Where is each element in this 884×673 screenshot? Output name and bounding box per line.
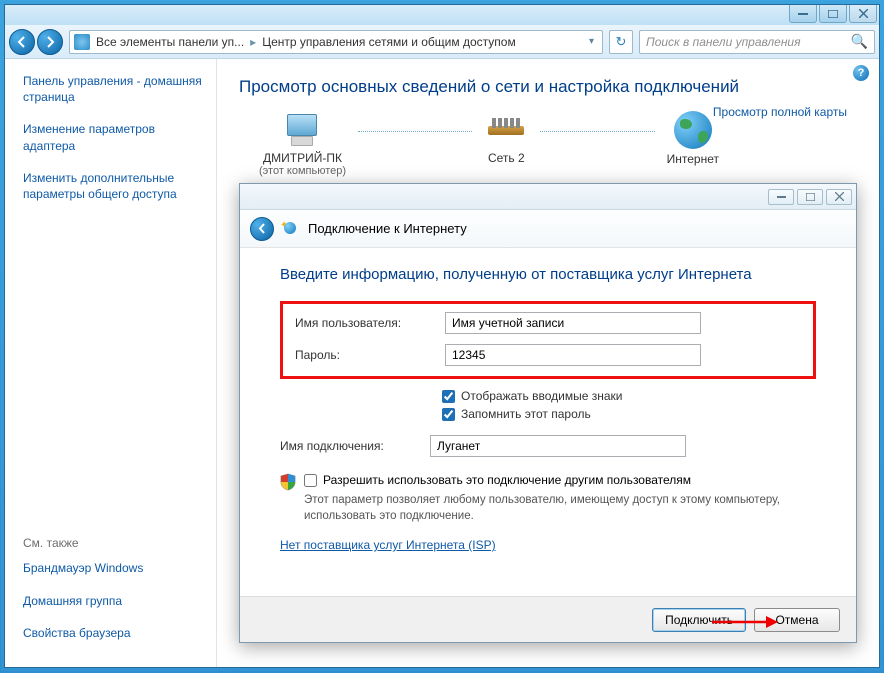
refresh-button[interactable]: ↻ [609, 30, 633, 54]
sidebar: Панель управления - домашняя страница Из… [5, 59, 217, 667]
see-also-label: См. также [23, 536, 202, 550]
dialog-maximize-button[interactable] [797, 189, 823, 205]
sidebar-link-home[interactable]: Панель управления - домашняя страница [23, 73, 202, 105]
sidebar-link-homegroup[interactable]: Домашняя группа [23, 593, 202, 609]
chevron-right-icon: ▸ [250, 35, 256, 49]
highlight-box: Имя пользователя: Пароль: [280, 301, 816, 379]
node-sublabel: (этот компьютер) [259, 165, 346, 177]
page-title: Просмотр основных сведений о сети и наст… [239, 77, 857, 97]
node-label: ДМИТРИЙ-ПК [259, 151, 346, 165]
search-input[interactable]: Поиск в панели управления 🔍 [639, 30, 875, 54]
hub-icon [484, 112, 528, 148]
breadcrumb-segment[interactable]: Центр управления сетями и общим доступом [262, 35, 516, 49]
show-chars-checkbox[interactable] [442, 390, 455, 403]
address-bar[interactable]: Все элементы панели уп... ▸ Центр управл… [69, 30, 603, 54]
toolbar: Все элементы панели уп... ▸ Центр управл… [5, 25, 879, 59]
shield-icon [280, 473, 296, 491]
address-dropdown[interactable]: ▾ [585, 36, 598, 47]
minimize-button[interactable] [789, 5, 817, 23]
explorer-window: Все элементы панели уп... ▸ Центр управл… [4, 4, 880, 668]
connection-line [540, 131, 654, 132]
node-label: Интернет [667, 152, 719, 166]
globe-icon [674, 111, 712, 149]
allow-others-checkbox[interactable] [304, 474, 317, 487]
dialog-body: Введите информацию, полученную от постав… [240, 248, 856, 596]
sidebar-link-browser[interactable]: Свойства браузера [23, 625, 202, 641]
network-map: ДМИТРИЙ-ПК (этот компьютер) Сеть 2 Интер… [259, 111, 719, 178]
dialog-back-button[interactable] [250, 217, 274, 241]
maximize-button[interactable] [819, 5, 847, 23]
search-placeholder: Поиск в панели управления [646, 35, 801, 49]
connection-line [358, 131, 472, 132]
connection-name-label: Имя подключения: [280, 439, 430, 453]
sidebar-link-adapter[interactable]: Изменение параметров адаптера [23, 121, 202, 153]
connect-internet-icon: ✦ [284, 220, 302, 238]
dialog-footer: Подключить Отмена [240, 596, 856, 642]
breadcrumb-segment[interactable]: Все элементы панели уп... [96, 35, 244, 49]
control-panel-icon [74, 34, 90, 50]
dialog-title-text: Подключение к Интернету [308, 221, 467, 236]
window-titlebar [5, 5, 879, 25]
allow-others-label: Разрешить использовать это подключение д… [323, 473, 691, 487]
username-label: Имя пользователя: [295, 316, 445, 330]
connection-dialog: ✦ Подключение к Интернету Введите информ… [239, 183, 857, 643]
remember-label: Запомнить этот пароль [461, 407, 591, 421]
dialog-titlebar [240, 184, 856, 210]
show-chars-label: Отображать вводимые знаки [461, 389, 622, 403]
network-node-internet: Интернет [667, 111, 719, 178]
dialog-minimize-button[interactable] [768, 189, 794, 205]
help-icon[interactable]: ? [853, 65, 869, 81]
node-label: Сеть 2 [484, 151, 528, 165]
password-input[interactable] [445, 344, 701, 366]
password-label: Пароль: [295, 348, 445, 362]
callout-arrow-icon [712, 615, 778, 629]
computer-icon [281, 112, 325, 148]
nav-forward-button[interactable] [37, 29, 63, 55]
nav-back-button[interactable] [9, 29, 35, 55]
search-icon: 🔍 [851, 33, 868, 50]
sidebar-link-sharing[interactable]: Изменить дополнительные параметры общего… [23, 170, 202, 202]
sidebar-link-firewall[interactable]: Брандмауэр Windows [23, 560, 202, 576]
remember-checkbox[interactable] [442, 408, 455, 421]
dialog-close-button[interactable] [826, 189, 852, 205]
no-isp-link[interactable]: Нет поставщика услуг Интернета (ISP) [280, 538, 496, 552]
dialog-heading: Введите информацию, полученную от постав… [280, 266, 816, 283]
username-input[interactable] [445, 312, 701, 334]
dialog-header: ✦ Подключение к Интернету [240, 210, 856, 248]
network-node-pc: ДМИТРИЙ-ПК (этот компьютер) [259, 112, 346, 177]
connection-name-input[interactable] [430, 435, 686, 457]
network-node-hub: Сеть 2 [484, 112, 528, 177]
full-map-link[interactable]: Просмотр полной карты [713, 105, 847, 119]
close-button[interactable] [849, 5, 877, 23]
allow-others-hint: Этот параметр позволяет любому пользоват… [304, 493, 816, 524]
